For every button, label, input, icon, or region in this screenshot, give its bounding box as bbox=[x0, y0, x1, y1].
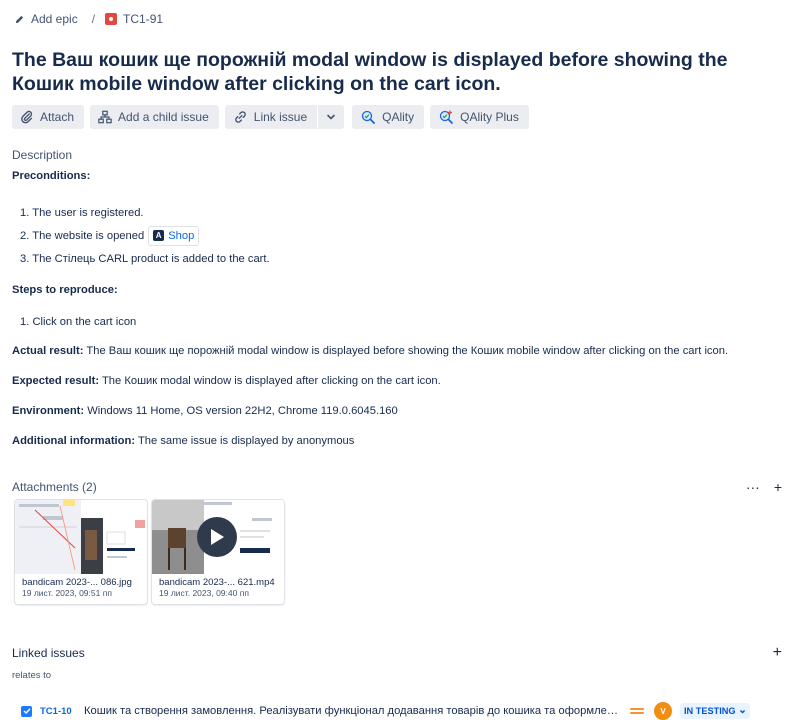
qality-plus-label: QAlity Plus bbox=[460, 110, 519, 124]
hierarchy-icon bbox=[98, 110, 112, 124]
add-linked-issue-icon[interactable]: + bbox=[773, 644, 782, 662]
add-attachment-icon[interactable]: + bbox=[774, 479, 782, 495]
link-issue-button[interactable]: Link issue bbox=[224, 105, 318, 129]
issue-key-label: TC1-91 bbox=[123, 12, 164, 26]
description-label: Description bbox=[12, 148, 73, 162]
expected-result: Expected result: The Кошик modal window … bbox=[12, 375, 441, 387]
environment: Environment: Windows 11 Home, OS version… bbox=[12, 405, 398, 417]
more-actions-icon[interactable]: ··· bbox=[746, 479, 760, 495]
actual-result: Actual result: The Ваш кошик ще порожній… bbox=[12, 345, 729, 357]
linked-issues-header: Linked issues + bbox=[12, 644, 782, 662]
add-epic-label: Add epic bbox=[31, 12, 78, 26]
linked-issue-summary[interactable]: Кошик та створення замовлення. Реалізува… bbox=[84, 705, 622, 717]
qality-plus-button[interactable]: QAlity Plus bbox=[430, 105, 529, 129]
attachment-date: 19 лист. 2023, 09:51 пп bbox=[22, 588, 112, 598]
steps-heading: Steps to reproduce: bbox=[12, 284, 118, 296]
link-issue-dropdown-button[interactable] bbox=[318, 105, 345, 129]
qality-label: QAlity bbox=[382, 110, 415, 124]
attachment-card[interactable]: bandicam 2023-... 621.mp4 19 лист. 2023,… bbox=[152, 500, 284, 604]
chevron-down-icon bbox=[327, 114, 335, 120]
list-item: 2. The website is opened A Shop bbox=[20, 224, 787, 247]
attachment-date: 19 лист. 2023, 09:40 пп bbox=[159, 588, 249, 598]
description-body[interactable]: Preconditions: 1. The user is registered… bbox=[12, 169, 787, 448]
link-issue-split-button: Link issue bbox=[224, 105, 345, 129]
linked-issues-label: Linked issues bbox=[12, 646, 85, 660]
avatar[interactable]: V bbox=[654, 702, 672, 720]
shop-link-chip[interactable]: A Shop bbox=[148, 225, 200, 246]
attachment-video-thumbnail bbox=[152, 500, 284, 574]
relation-type-label: relates to bbox=[12, 670, 52, 681]
list-item: 3. The Стілець CARL product is added to … bbox=[20, 252, 270, 265]
pencil-icon bbox=[15, 15, 24, 23]
link-issue-label: Link issue bbox=[253, 110, 308, 124]
link-icon bbox=[234, 111, 246, 123]
attach-button[interactable]: Attach bbox=[12, 105, 85, 129]
issue-toolbar: Attach Add a child issue Link issue QAli… bbox=[12, 105, 529, 129]
angular-icon: A bbox=[153, 230, 165, 241]
play-icon[interactable] bbox=[197, 517, 237, 557]
add-child-issue-button[interactable]: Add a child issue bbox=[90, 105, 219, 129]
linked-issue-key[interactable]: TC1-10 bbox=[40, 706, 84, 717]
issue-title[interactable]: The Ваш кошик ще порожній modal window i… bbox=[12, 48, 782, 96]
add-child-label: Add a child issue bbox=[118, 110, 209, 124]
steps-list: 1. Click on the cart icon bbox=[12, 310, 787, 333]
preconditions-list: 1. The user is registered. 2. The websit… bbox=[12, 201, 787, 270]
add-epic-link[interactable]: Add epic bbox=[14, 12, 78, 26]
attachments-header: Attachments (2) ··· + bbox=[12, 479, 782, 495]
qality-button[interactable]: QAlity bbox=[352, 105, 425, 129]
bug-icon bbox=[105, 13, 118, 25]
attachment-card[interactable]: bandicam 2023-... 086.jpg 19 лист. 2023,… bbox=[15, 500, 147, 604]
chevron-down-icon bbox=[739, 709, 745, 714]
attachment-thumbnail-image bbox=[15, 500, 147, 574]
paperclip-icon bbox=[21, 110, 33, 124]
attachments-label: Attachments (2) bbox=[12, 480, 97, 494]
additional-information: Additional information: The same issue i… bbox=[12, 435, 355, 447]
breadcrumb-separator: / bbox=[91, 12, 96, 26]
shop-link-label: Shop bbox=[168, 229, 195, 242]
attachment-filename: bandicam 2023-... 621.mp4 bbox=[159, 577, 275, 588]
attachment-filename: bandicam 2023-... 086.jpg bbox=[22, 577, 132, 588]
priority-medium-icon bbox=[630, 708, 644, 714]
task-type-icon bbox=[21, 705, 32, 717]
list-item: 1. Click on the cart icon bbox=[20, 315, 137, 328]
issue-key-link[interactable]: TC1-91 bbox=[105, 12, 163, 26]
list-item: 1. The user is registered. bbox=[20, 206, 144, 219]
status-label: IN TESTING bbox=[684, 706, 736, 716]
status-badge[interactable]: IN TESTING bbox=[680, 703, 750, 719]
attach-label: Attach bbox=[40, 110, 75, 124]
linked-issue-row[interactable]: TC1-10 Кошик та створення замовлення. Ре… bbox=[12, 698, 787, 720]
qality-icon bbox=[361, 110, 376, 124]
preconditions-heading: Preconditions: bbox=[12, 170, 91, 182]
qality-plus-icon bbox=[440, 110, 454, 124]
breadcrumb: Add epic / TC1-91 bbox=[14, 11, 163, 27]
attachments-list: bandicam 2023-... 086.jpg 19 лист. 2023,… bbox=[15, 500, 284, 604]
